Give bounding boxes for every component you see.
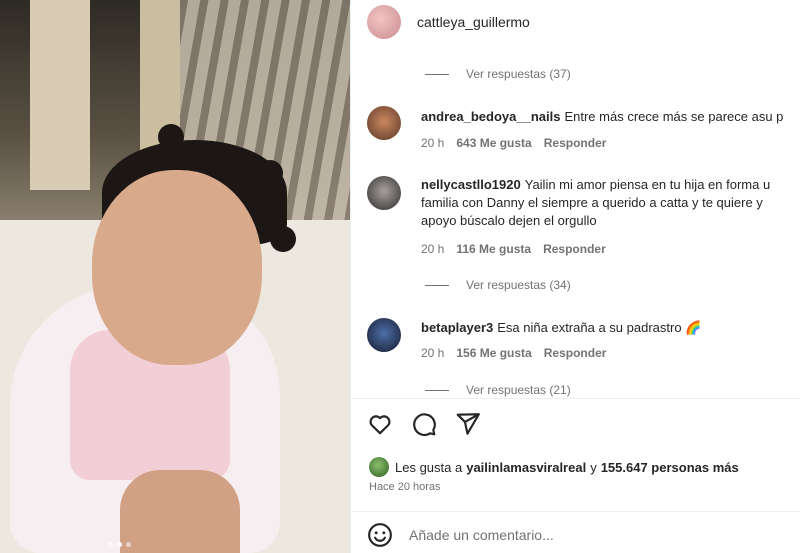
commenter-avatar[interactable] [367, 176, 401, 210]
carousel-dot-active[interactable] [117, 542, 122, 547]
commenter-username[interactable]: nellycastllo1920 [421, 177, 521, 192]
replies-divider-line [425, 389, 449, 391]
view-replies-label[interactable]: Ver respuestas (37) [466, 67, 571, 81]
send-icon[interactable] [455, 411, 481, 437]
replies-divider-line [425, 73, 449, 75]
replies-divider-line [425, 284, 449, 286]
comment-time[interactable]: 20 h [421, 346, 444, 360]
comment-text: andrea_bedoya__nails Entre más crece más … [421, 108, 800, 126]
likes-conj: y [590, 459, 597, 475]
background-pillar [30, 0, 90, 190]
liker-avatar[interactable] [369, 457, 389, 477]
author-username[interactable]: cattleya_guillermo [417, 14, 530, 30]
comment-meta: 20 h 116 Me gusta Responder [421, 242, 606, 256]
hair-bun [158, 124, 184, 150]
post-header: cattleya_guillermo [351, 0, 800, 44]
view-replies-label[interactable]: Ver respuestas (21) [466, 383, 571, 397]
add-comment-bar [367, 522, 789, 548]
baby-leg [120, 470, 240, 553]
comment-likes[interactable]: 643 Me gusta [456, 136, 531, 150]
carousel-dot[interactable] [126, 542, 131, 547]
author-avatar[interactable] [367, 5, 401, 39]
carousel-dots[interactable] [108, 542, 131, 547]
view-replies-link[interactable]: Ver respuestas (37) [425, 67, 571, 81]
likes-prefix: Les gusta a [395, 459, 463, 475]
commenter-username[interactable]: betaplayer3 [421, 320, 493, 335]
hair-bun [270, 226, 296, 252]
comment-text: nellycastllo1920 Yailin mi amor piensa en… [421, 176, 800, 230]
emoji-icon[interactable] [367, 522, 393, 548]
reply-button[interactable]: Responder [544, 136, 607, 150]
comment-text: betaplayer3 Esa niña extraña a su padrast… [421, 319, 800, 337]
likes-summary: Les gusta a yailinlamasviralreal y 155.6… [369, 457, 739, 477]
carousel-dot[interactable] [108, 542, 113, 547]
view-replies-link[interactable]: Ver respuestas (34) [425, 278, 571, 292]
liker-username[interactable]: yailinlamasviralreal [466, 460, 586, 475]
comment-time[interactable]: 20 h [421, 136, 444, 150]
comments-panel: cattleya_guillermo Ver respuestas (37) a… [350, 0, 800, 553]
hair-bun [257, 160, 283, 186]
reply-button[interactable]: Responder [543, 242, 606, 256]
post-timestamp[interactable]: Hace 20 horas [369, 481, 441, 493]
section-divider [351, 511, 800, 512]
comment-meta: 20 h 156 Me gusta Responder [421, 346, 606, 360]
commenter-username[interactable]: andrea_bedoya__nails [421, 109, 560, 124]
commenter-avatar[interactable] [367, 106, 401, 140]
comment-icon[interactable] [411, 411, 437, 437]
likes-count[interactable]: 155.647 personas más [601, 460, 739, 475]
view-replies-label[interactable]: Ver respuestas (34) [466, 278, 571, 292]
baby-face [92, 170, 262, 365]
comment-body: Esa niña extraña a su padrastro 🌈 [497, 320, 702, 335]
comment-likes[interactable]: 116 Me gusta [456, 242, 531, 256]
section-divider [351, 398, 800, 399]
comment-meta: 20 h 643 Me gusta Responder [421, 136, 606, 150]
comment-likes[interactable]: 156 Me gusta [456, 346, 531, 360]
post-actions [367, 411, 481, 437]
comment-time[interactable]: 20 h [421, 242, 444, 256]
heart-icon[interactable] [367, 411, 393, 437]
post-photo [0, 0, 350, 553]
commenter-avatar[interactable] [367, 318, 401, 352]
comment-input[interactable] [409, 527, 789, 543]
comment-body: Entre más crece más se parece asu p [564, 109, 784, 124]
view-replies-link[interactable]: Ver respuestas (21) [425, 383, 571, 397]
reply-button[interactable]: Responder [544, 346, 607, 360]
